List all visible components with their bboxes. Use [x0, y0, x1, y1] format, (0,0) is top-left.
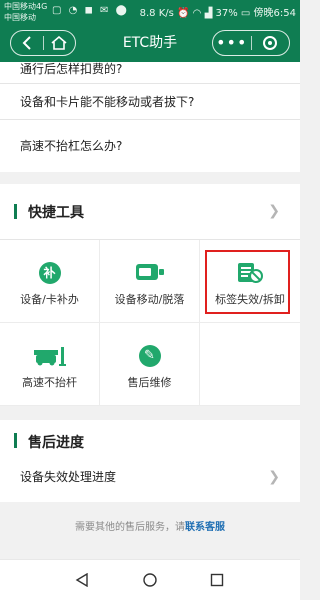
quick-tools-header[interactable]: 快捷工具 ❯ — [0, 184, 300, 240]
tool-label: 高速不抬杆 — [22, 376, 77, 389]
network-speed: 8.8 K/s — [139, 8, 174, 19]
home-icon — [51, 36, 67, 50]
circle-home-icon — [143, 573, 157, 587]
tool-device-move[interactable]: 设备移动/脱落 — [100, 240, 200, 323]
footer-note: 需要其他的售后服务，请联系客服 — [0, 518, 300, 533]
faq-item-label: 设备和卡片能不能移动或者拔下? — [20, 95, 195, 109]
section-title: 售后进度 — [28, 435, 84, 451]
clock: 傍晚6:54 — [253, 8, 296, 19]
tool-empty-slot — [200, 323, 300, 406]
status-right: 8.8 K/s ⏰ ◠ ▟ 37% ▭ 傍晚6:54 — [140, 4, 296, 19]
triangle-back-icon — [75, 573, 88, 587]
faq-item[interactable]: 设备和卡片能不能移动或者拔下? — [0, 84, 300, 120]
faq-list: 通行后怎样扣费的? 设备和卡片能不能移动或者拔下? 高速不抬杠怎么办? — [0, 62, 300, 172]
battery-percent: 37% — [215, 8, 238, 19]
tool-barrier-gate[interactable]: 高速不抬杆 — [0, 323, 100, 406]
device-icon — [135, 264, 164, 280]
after-sales-progress-section: 售后进度 设备失效处理进度 ❯ — [0, 420, 300, 502]
tool-label: 售后维修 — [127, 376, 172, 389]
wifi-icon: ◠ — [192, 8, 202, 19]
home-button[interactable] — [44, 31, 76, 55]
section-title: 快捷工具 — [28, 205, 84, 221]
tool-card-reissue[interactable]: 补 设备/卡补办 — [0, 240, 100, 323]
highlight-box — [205, 250, 290, 314]
alarm-icon: ⏰ — [177, 8, 190, 19]
quick-tools-section: 快捷工具 ❯ 补 设备/卡补办 设备移动/脱落 标签失效/拆卸 高速不抬杆 ✎ … — [0, 184, 300, 406]
tool-label: 设备/卡补办 — [20, 293, 79, 306]
nav-bar: ETC助手 ••• — [0, 24, 300, 62]
wrench-icon: ✎ — [138, 345, 161, 367]
carrier-info: 中国移动4G 中国移动 — [4, 1, 47, 23]
faq-item-label: 通行后怎样扣费的? — [20, 62, 123, 76]
progress-row-label: 设备失效处理进度 — [20, 470, 117, 484]
notification-icons: ▢ ◔ ◼ ✉ ⬤ — [52, 5, 129, 16]
faq-item-label: 高速不抬杠怎么办? — [20, 139, 123, 153]
faq-item[interactable]: 高速不抬杠怎么办? — [0, 120, 300, 172]
section-accent-bar — [14, 204, 17, 219]
barrier-gate-icon — [33, 347, 66, 366]
status-bar: 中国移动4G 中国移动 ▢ ◔ ◼ ✉ ⬤ 8.8 K/s ⏰ ◠ ▟ 37% … — [0, 0, 300, 24]
tool-repair[interactable]: ✎ 售后维修 — [100, 323, 200, 406]
back-button[interactable] — [11, 31, 43, 55]
chevron-right-icon: ❯ — [268, 203, 280, 219]
contact-service-link[interactable]: 联系客服 — [185, 522, 225, 533]
system-recents-button[interactable] — [207, 570, 227, 590]
system-back-button[interactable] — [72, 570, 92, 590]
section-accent-bar — [14, 433, 17, 448]
more-dots-icon: ••• — [216, 33, 248, 52]
system-nav-bar — [0, 559, 300, 600]
card-reissue-icon: 补 — [38, 262, 61, 284]
square-recents-icon — [210, 573, 224, 587]
carrier-2: 中国移动 — [4, 13, 36, 22]
chevron-right-icon: ❯ — [268, 469, 280, 485]
signal-icon: ▟ — [204, 8, 213, 19]
battery-icon: ▭ — [240, 8, 251, 19]
close-button[interactable] — [252, 31, 290, 55]
system-home-button[interactable] — [140, 570, 160, 590]
back-icon — [22, 36, 31, 50]
close-target-icon — [263, 36, 278, 50]
progress-row[interactable]: 设备失效处理进度 ❯ — [20, 462, 280, 492]
faq-item[interactable]: 通行后怎样扣费的? — [0, 62, 300, 84]
carrier-1: 中国移动4G — [4, 2, 48, 11]
progress-header: 售后进度 — [0, 420, 300, 462]
tool-label: 设备移动/脱落 — [114, 293, 185, 306]
nav-right-capsule: ••• — [212, 30, 290, 56]
footer-text: 需要其他的售后服务，请 — [75, 522, 185, 533]
more-button[interactable]: ••• — [213, 31, 251, 55]
nav-left-capsule — [10, 30, 76, 56]
